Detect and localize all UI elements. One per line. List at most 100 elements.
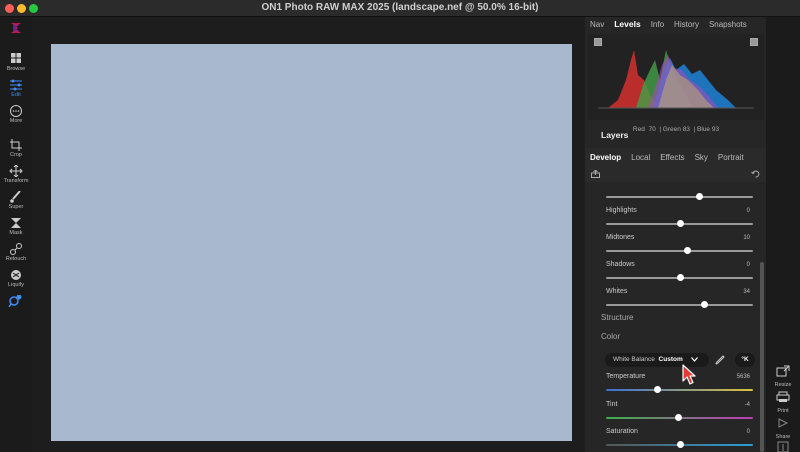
tool-print[interactable]: Print	[766, 390, 800, 414]
eyedropper-icon[interactable]	[715, 355, 725, 365]
tool-super[interactable]: Super	[0, 191, 32, 210]
slider-value[interactable]: -4	[745, 402, 750, 408]
slider-value[interactable]: 5636	[737, 374, 750, 380]
slider-temperature: Temperature 5636	[585, 373, 758, 399]
canvas-area[interactable]	[32, 17, 584, 452]
kelvin-button[interactable]: °K	[735, 353, 755, 367]
slider-value[interactable]: 10	[743, 235, 750, 241]
brush-icon	[10, 191, 21, 203]
tool-label: Crop	[10, 152, 22, 158]
develop-tabs: Develop Local Effects Sky Portrait	[585, 148, 766, 166]
crop-icon	[10, 139, 22, 151]
panel-scrollbar[interactable]	[760, 262, 764, 452]
mask-icon	[11, 218, 21, 228]
tool-resize[interactable]: Resize	[766, 364, 800, 388]
print-icon	[776, 391, 790, 402]
tab-info[interactable]: Info	[646, 20, 669, 29]
tool-mask[interactable]: Mask	[0, 217, 32, 236]
slider-shadows: Shadows 0	[585, 261, 758, 287]
slider-track[interactable]	[606, 386, 753, 393]
slider-tint: Tint -4	[585, 401, 758, 427]
tool-label: Browse	[6, 66, 26, 72]
tool-label: Transform	[3, 178, 29, 184]
tab-effects[interactable]: Effects	[655, 153, 689, 162]
white-balance-label: White Balance	[613, 356, 655, 363]
slider-highlights: Highlights 0	[585, 207, 758, 233]
slider-track[interactable]	[606, 441, 753, 448]
slider-value[interactable]: 0	[747, 208, 750, 214]
chevron-down-icon	[691, 357, 698, 362]
structure-section[interactable]: Structure	[601, 313, 633, 322]
slider-track[interactable]	[606, 220, 753, 227]
sliders-icon	[10, 79, 22, 91]
tool-label: More	[9, 118, 23, 124]
photo-preview[interactable]	[51, 44, 572, 441]
more-icon	[10, 105, 22, 117]
tab-history[interactable]: History	[669, 20, 704, 29]
color-section[interactable]: Color	[601, 332, 620, 341]
slider-track[interactable]	[606, 193, 753, 200]
tool-label: Edit	[11, 92, 21, 98]
slider-label: Tint	[606, 401, 618, 408]
slider-knob[interactable]	[676, 441, 684, 448]
develop-toolbar	[585, 166, 766, 182]
histogram: Red 70 | Green 83 | Blue 93	[588, 34, 764, 133]
slider-knob[interactable]	[701, 301, 709, 308]
tool-label: Print	[777, 408, 789, 414]
tool-zoom[interactable]	[0, 295, 32, 307]
tab-sky[interactable]: Sky	[690, 153, 713, 162]
white-balance-value: Custom	[658, 356, 683, 363]
left-toolbar: Browse Edit More Crop Transform Super Ma…	[0, 17, 32, 452]
slider-track[interactable]	[606, 301, 753, 308]
slider-value[interactable]: 34	[743, 289, 750, 295]
tool-label: Liquify	[8, 282, 24, 288]
slider-label: Shadows	[606, 261, 635, 268]
slider-knob[interactable]	[676, 220, 684, 227]
slider-track[interactable]	[606, 414, 753, 421]
slider-knob[interactable]	[676, 274, 684, 281]
slider-midtones: Midtones 10	[585, 234, 758, 260]
slider-label: Saturation	[606, 428, 638, 435]
slider-knob[interactable]	[654, 386, 662, 393]
export-icon[interactable]	[777, 441, 789, 452]
slider-label: Whites	[606, 288, 628, 295]
tab-local[interactable]: Local	[626, 153, 655, 162]
right-panel: Nav Levels Info History Snapshots Red 70…	[585, 17, 766, 452]
window-title: ON1 Photo RAW MAX 2025 (landscape.nef @ …	[261, 2, 539, 13]
tab-nav[interactable]: Nav	[585, 20, 609, 29]
tool-liquify[interactable]: Liquify	[0, 269, 32, 288]
app-logo-icon	[11, 23, 21, 33]
tool-retouch[interactable]: Retouch	[0, 243, 32, 262]
tool-more[interactable]: More	[0, 105, 32, 124]
layers-heading[interactable]: Layers	[601, 130, 628, 140]
slider-value[interactable]: 0	[747, 262, 750, 268]
tool-share[interactable]: Share	[766, 416, 800, 440]
tool-label: Mask	[9, 230, 23, 236]
tab-portrait[interactable]: Portrait	[713, 153, 749, 162]
tool-label: Resize	[774, 382, 792, 388]
slider-label: Highlights	[606, 207, 637, 214]
preset-icon[interactable]	[591, 170, 600, 178]
share-icon	[778, 418, 789, 428]
slider-track[interactable]	[606, 274, 753, 281]
tool-browse[interactable]: Browse	[0, 53, 32, 72]
tab-levels[interactable]: Levels	[609, 19, 645, 29]
tool-label: Share	[775, 434, 791, 440]
tool-edit[interactable]: Edit	[0, 79, 32, 98]
slider-knob[interactable]	[675, 414, 683, 421]
slider-knob[interactable]	[695, 193, 703, 200]
slider-saturation: Saturation 0	[585, 428, 758, 452]
reset-icon[interactable]	[751, 170, 760, 178]
tab-develop[interactable]: Develop	[585, 153, 626, 162]
mouse-cursor-icon	[682, 364, 696, 385]
slider-value[interactable]: 0	[747, 429, 750, 435]
tool-label: Super	[8, 204, 24, 210]
slider-knob[interactable]	[683, 247, 691, 254]
slider-track[interactable]	[606, 247, 753, 254]
histogram-graph	[598, 50, 754, 109]
tool-transform[interactable]: Transform	[0, 165, 32, 184]
grid-icon	[11, 53, 21, 63]
tool-crop[interactable]: Crop	[0, 139, 32, 158]
tool-label: Retouch	[5, 256, 27, 262]
tab-snapshots[interactable]: Snapshots	[704, 20, 752, 29]
